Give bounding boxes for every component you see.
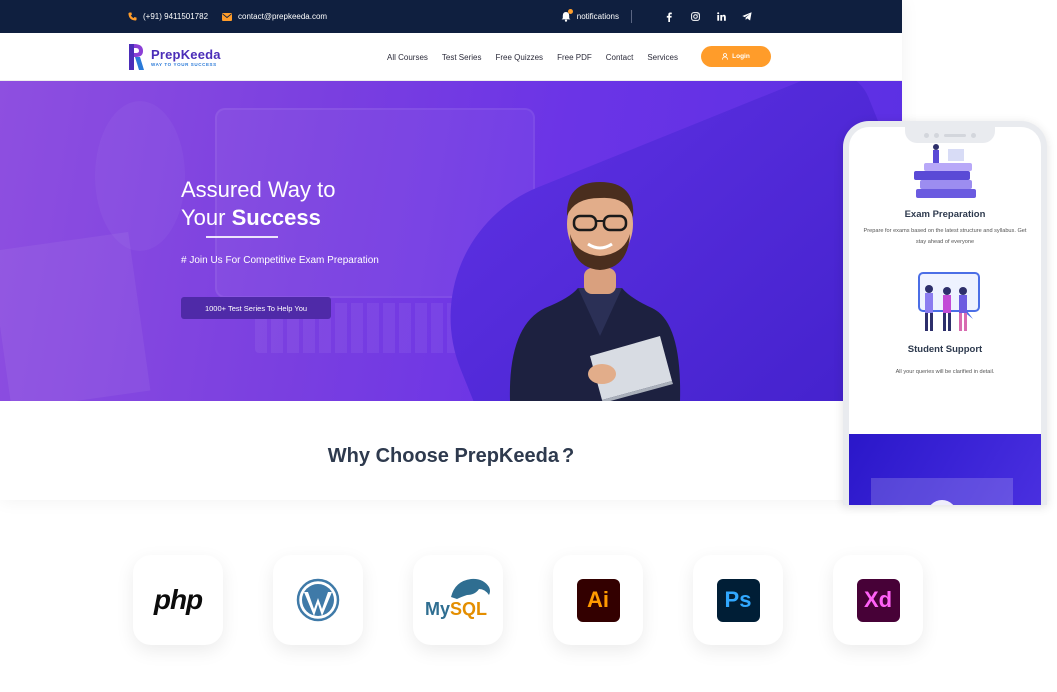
xd-icon: Xd	[856, 578, 900, 622]
brand-name-suffix: Keeda	[180, 46, 221, 62]
nav-item-free-quizzes[interactable]: Free Quizzes	[495, 53, 543, 62]
bell-icon	[561, 9, 573, 22]
dolphin-icon	[451, 578, 490, 599]
photoshop-icon: Ps	[716, 578, 760, 622]
illustrator-label: Ai	[587, 587, 609, 612]
why-choose-title: Why Choose PrepKeeda	[327, 445, 559, 467]
student-support-illustration	[918, 272, 980, 331]
notifications-label: notifications	[576, 12, 619, 21]
mysql-text: MySQL	[425, 599, 487, 620]
mysql-sql: SQL	[450, 599, 488, 619]
logo-text: PrepKeeda WAY TO YOUR SUCCESS	[151, 47, 221, 67]
brand-logo[interactable]: PrepKeeda WAY TO YOUR SUCCESS	[127, 42, 221, 72]
hero-underline	[206, 236, 278, 238]
photoshop-tile: Ps	[693, 555, 783, 645]
brand-name: PrepKeeda	[151, 47, 221, 62]
hero-title-line1: Assured Way to	[181, 177, 336, 202]
nav-item-free-pdf[interactable]: Free PDF	[557, 53, 592, 62]
nav-item-test-series[interactable]: Test Series	[442, 53, 482, 62]
photoshop-label: Ps	[724, 587, 752, 612]
user-icon	[722, 53, 729, 60]
feature-title-support: Student Support	[907, 344, 983, 355]
exam-preparation-illustration	[914, 144, 976, 198]
feature-title-exam: Exam Preparation	[904, 209, 986, 220]
phone-icon	[127, 12, 137, 22]
php-logo: php	[153, 584, 203, 615]
hero-title: Assured Way to Your Success	[181, 176, 335, 232]
brand-name-prefix: Prep	[151, 46, 181, 62]
telegram-icon[interactable]	[742, 12, 752, 22]
xd-label: Xd	[863, 587, 893, 612]
logo-mark-icon	[129, 43, 144, 70]
main-navbar: PrepKeeda WAY TO YOUR SUCCESS All Course…	[0, 33, 902, 81]
email-address: contact@prepkeeda.com	[238, 12, 328, 21]
linkedin-icon[interactable]	[716, 12, 726, 22]
social-links	[664, 12, 752, 22]
mail-icon	[222, 12, 233, 22]
instagram-icon[interactable]	[690, 12, 700, 22]
hero-title-line2-normal: Your	[181, 205, 232, 230]
email-contact[interactable]: contact@prepkeeda.com	[222, 12, 327, 22]
phone-mockup: Exam Preparation Prepare for exams based…	[843, 121, 1047, 505]
wordpress-tile	[273, 555, 363, 645]
top-bar: (+91) 9411501782 contact@prepkeeda.com n…	[0, 0, 902, 33]
nav-item-contact[interactable]: Contact	[606, 53, 634, 62]
phone-promo-section	[849, 434, 1041, 505]
phone-contact[interactable]: (+91) 9411501782	[127, 12, 208, 22]
mysql-my: My	[425, 599, 451, 619]
topbar-right: notifications	[561, 0, 752, 33]
phone-screen: Exam Preparation Prepare for exams based…	[849, 127, 1041, 505]
hero-subtitle: # Join Us For Competitive Exam Preparati…	[181, 255, 379, 266]
notifications-link[interactable]: notifications	[561, 9, 632, 23]
phone-number: (+91) 9411501782	[143, 12, 209, 21]
feature-desc-exam: Prepare for exams based on the latest st…	[863, 228, 1027, 245]
illustrator-tile: Ai	[553, 555, 643, 645]
brand-tagline: WAY TO YOUR SUCCESS	[151, 61, 217, 67]
xd-tile: Xd	[833, 555, 923, 645]
wordpress-icon	[296, 578, 340, 622]
login-button[interactable]: Login	[701, 46, 771, 67]
question-mark-icon: ?	[561, 445, 575, 467]
background-paper	[0, 232, 151, 401]
mysql-tile: MySQL	[413, 555, 503, 645]
hero-person-image	[509, 182, 681, 401]
why-choose-heading: Why Choose PrepKeeda?	[0, 445, 902, 468]
hero-title-line2-bold: Success	[231, 205, 321, 230]
test-series-button[interactable]: 1000+ Test Series To Help You	[181, 297, 331, 319]
nav-item-all-courses[interactable]: All Courses	[387, 53, 428, 62]
mysql-logo: MySQL	[423, 575, 493, 625]
desktop-mockup: (+91) 9411501782 contact@prepkeeda.com n…	[0, 0, 902, 500]
promo-card	[871, 478, 1013, 505]
hero-banner: Assured Way to Your Success # Join Us Fo…	[0, 81, 902, 401]
facebook-icon[interactable]	[664, 12, 674, 22]
nav-item-services[interactable]: Services	[647, 53, 678, 62]
illustrator-icon: Ai	[576, 578, 620, 622]
php-tile: php	[133, 555, 223, 645]
feature-desc-support: All your queries will be clarified in de…	[895, 369, 995, 375]
background-plant	[95, 101, 185, 251]
login-label: Login	[732, 53, 750, 60]
nav-menu: All Courses Test Series Free Quizzes Fre…	[387, 33, 678, 81]
phone-notch	[905, 127, 995, 143]
notification-dot	[567, 9, 573, 14]
